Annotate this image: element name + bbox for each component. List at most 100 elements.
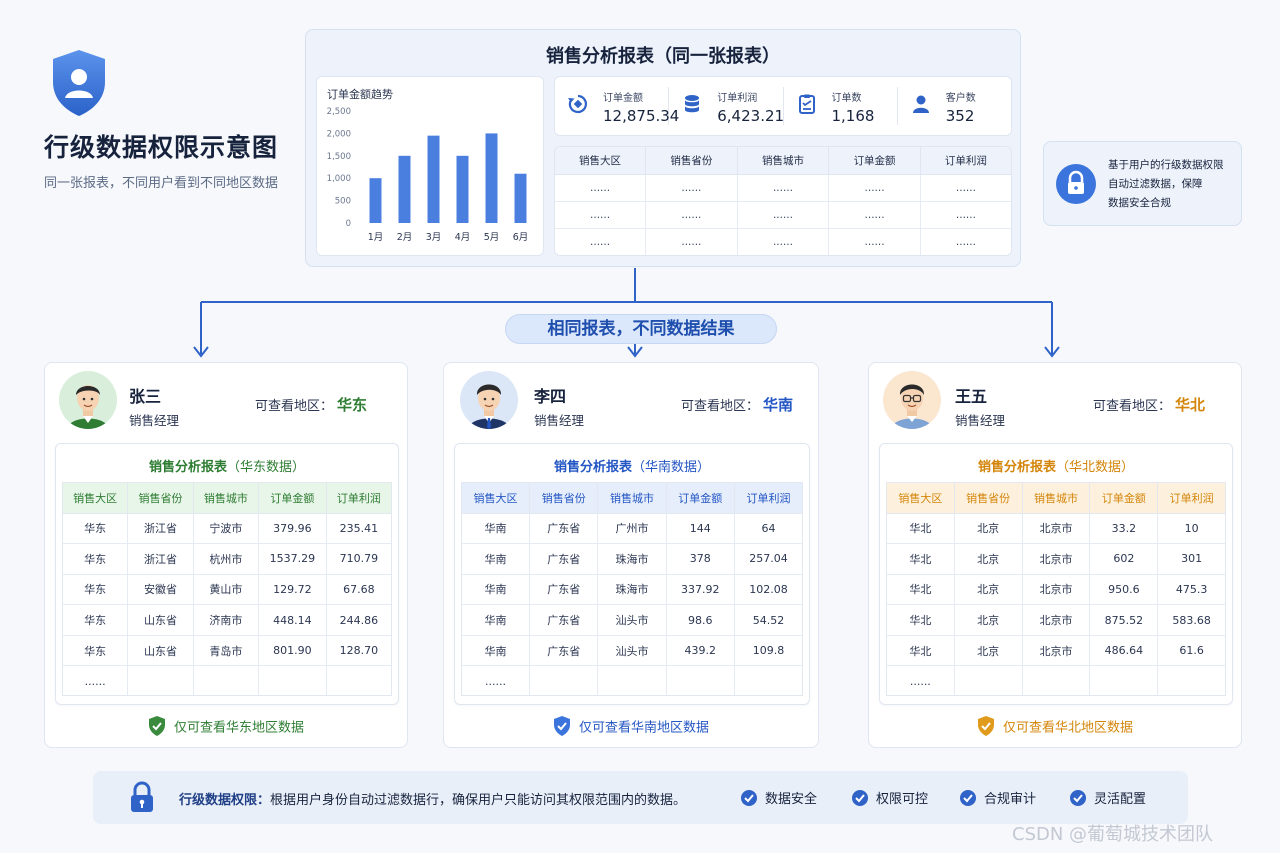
table-cell: 广东省 — [529, 543, 599, 575]
table-row: 华南 广东省 广州市 144 64 — [462, 513, 802, 545]
table-cell: 广东省 — [529, 604, 599, 636]
table-cell: 华南 — [462, 635, 531, 667]
table-cell: 北京市 — [1022, 604, 1091, 636]
feature-data-security: 数据安全 — [741, 788, 817, 807]
bottom-label: 行级数据权限： — [179, 793, 271, 808]
table-cell: 华北 — [887, 574, 955, 606]
table-cell: 珠海市 — [597, 574, 667, 606]
column-header: 销售大区 — [887, 483, 955, 514]
table-cell: 珠海市 — [597, 543, 667, 575]
feature-label: 灵活配置 — [1094, 792, 1147, 807]
bottom-info-bar: 行级数据权限：根据用户身份自动过滤数据行，确保用户只能访问其权限范围内的数据。 … — [93, 771, 1188, 824]
table-cell — [1157, 665, 1225, 695]
user-report-table: 销售大区 销售省份 销售城市 订单金额 订单利润 华北 北京 北京市 33.2 10 华… — [886, 482, 1226, 696]
user-report-title: 销售分析报表（华北数据） — [880, 456, 1232, 475]
table-cell: 华东 — [63, 574, 129, 606]
table-row: 华东 安徽省 黄山市 129.72 67.68 — [63, 574, 391, 606]
bottom-description: 行级数据权限：根据用户身份自动过滤数据行，确保用户只能访问其权限范围内的数据。 — [179, 789, 686, 808]
region-label: 可查看地区： — [255, 399, 334, 414]
table-row: ...... — [462, 665, 802, 695]
table-cell: 378 — [666, 543, 735, 575]
table-cell: 448.14 — [258, 604, 327, 636]
table-cell — [1022, 665, 1091, 695]
table-cell: 浙江省 — [127, 513, 194, 545]
table-cell: 北京 — [954, 635, 1023, 667]
avatar — [883, 371, 941, 429]
lock-icon — [1056, 164, 1096, 204]
table-cell — [1089, 665, 1159, 695]
column-header: 销售大区 — [63, 483, 129, 514]
table-cell: 1537.29 — [258, 543, 327, 575]
table-cell: ...... — [462, 665, 531, 695]
table-row: 华北 北京 北京市 33.2 10 — [887, 513, 1225, 545]
card-footer: 仅可查看华南地区数据 — [444, 716, 818, 736]
table-row: 华北 北京 北京市 486.64 61.6 — [887, 635, 1225, 667]
table-cell: 北京市 — [1022, 513, 1091, 545]
table-cell: 山东省 — [127, 635, 194, 667]
bottom-text: 根据用户身份自动过滤数据行，确保用户只能访问其权限范围内的数据。 — [270, 793, 687, 808]
table-cell — [127, 665, 194, 695]
column-header: 订单金额 — [258, 483, 327, 514]
column-header: 销售城市 — [1022, 483, 1091, 514]
check-circle-icon — [741, 789, 757, 806]
table-cell: 济南市 — [193, 604, 260, 636]
region-info: 可查看地区： 华东 — [255, 394, 367, 415]
table-cell: 129.72 — [258, 574, 327, 606]
table-cell: 青岛市 — [193, 635, 260, 667]
table-cell: 67.68 — [326, 574, 391, 606]
table-row: 华北 北京 北京市 602 301 — [887, 543, 1225, 575]
table-row: 华南 广东省 珠海市 337.92 102.08 — [462, 574, 802, 606]
user-role: 销售经理 — [129, 413, 180, 428]
column-header: 销售城市 — [193, 483, 260, 514]
table-cell: 广东省 — [529, 635, 599, 667]
column-header: 订单利润 — [734, 483, 802, 514]
table-cell: 439.2 — [666, 635, 735, 667]
table-cell: 北京市 — [1022, 574, 1091, 606]
table-cell: 北京 — [954, 543, 1023, 575]
table-cell: 华东 — [63, 604, 129, 636]
middle-banner: 相同报表，不同数据结果 — [505, 314, 777, 344]
avatar — [460, 371, 518, 429]
table-cell: 北京 — [954, 604, 1023, 636]
table-cell — [597, 665, 667, 695]
column-header: 订单金额 — [666, 483, 735, 514]
region-info: 可查看地区： 华北 — [1093, 394, 1205, 415]
shield-check-icon — [977, 716, 994, 736]
table-row: 华南 广东省 珠海市 378 257.04 — [462, 543, 802, 575]
table-cell: 山东省 — [127, 604, 194, 636]
shield-check-icon — [148, 716, 165, 736]
user-card-zhangsan: 张三 销售经理 可查看地区： 华东 销售分析报表（华东数据） 销售大区 销售省份 … — [44, 362, 408, 748]
table-cell: 801.90 — [258, 635, 327, 667]
report-title-region: （华北数据） — [1056, 460, 1135, 475]
table-cell: 257.04 — [734, 543, 802, 575]
table-row: 华东 浙江省 宁波市 379.96 235.41 — [63, 513, 391, 545]
callout-line: 数据安全合规 — [1108, 197, 1171, 209]
table-cell — [666, 665, 735, 695]
user-report-table: 销售大区 销售省份 销售城市 订单金额 订单利润 华东 浙江省 宁波市 379.96 2… — [62, 482, 392, 696]
table-cell — [258, 665, 327, 695]
region-info: 可查看地区： 华南 — [681, 394, 793, 415]
table-cell: 华东 — [63, 513, 129, 545]
table-cell — [193, 665, 260, 695]
user-report-table: 销售大区 销售省份 销售城市 订单金额 订单利润 华南 广东省 广州市 144 64 华… — [461, 482, 803, 696]
table-cell: 64 — [734, 513, 802, 545]
table-cell: 北京市 — [1022, 543, 1091, 575]
table-cell: 华东 — [63, 543, 129, 575]
check-circle-icon — [1070, 789, 1086, 806]
table-cell: 广州市 — [597, 513, 667, 545]
avatar — [59, 371, 117, 429]
table-cell: 安徽省 — [127, 574, 194, 606]
table-cell: 华北 — [887, 513, 955, 545]
table-cell — [734, 665, 802, 695]
column-header: 订单利润 — [1157, 483, 1225, 514]
table-cell: 华北 — [887, 604, 955, 636]
user-report-panel: 销售分析报表（华南数据） 销售大区 销售省份 销售城市 订单金额 订单利润 华南… — [454, 443, 810, 705]
table-cell: 583.68 — [1157, 604, 1225, 636]
region-value: 华东 — [337, 396, 368, 414]
card-footer: 仅可查看华东地区数据 — [45, 716, 407, 736]
table-cell: 602 — [1089, 543, 1159, 575]
table-cell: 337.92 — [666, 574, 735, 606]
region-value: 华北 — [1175, 396, 1206, 414]
table-cell: 98.6 — [666, 604, 735, 636]
report-title-region: （华南数据） — [632, 460, 711, 475]
